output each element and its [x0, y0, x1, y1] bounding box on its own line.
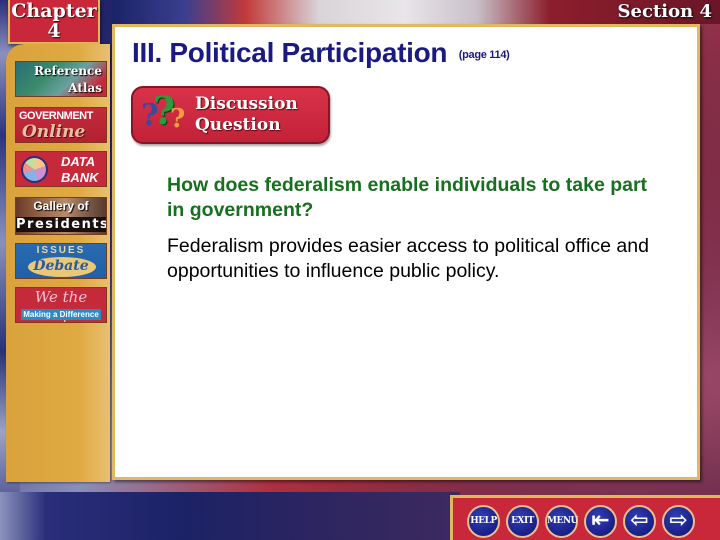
badge-line-1: Discussion	[195, 94, 298, 114]
sidebar-item-issues-to-debate[interactable]: ISSUES Debate	[15, 243, 107, 279]
first-slide-button[interactable]: ⇤	[584, 505, 617, 538]
sidebar-item-label: Atlas	[68, 81, 102, 95]
sidebar-item-label: Debate	[33, 258, 89, 274]
arrow-right-icon: ⇨	[669, 508, 688, 533]
sidebar-item-label: BANK	[61, 170, 99, 185]
page-title: III. Political Participation (page 114)	[132, 37, 510, 69]
question-mark-orange: ?	[170, 104, 186, 134]
sidebar-item-label: Online	[22, 122, 86, 142]
next-slide-button[interactable]: ⇨	[662, 505, 695, 538]
sidebar-item-label: DATA	[61, 154, 96, 169]
sidebar-item-government-online[interactable]: GOVERNMENT Online	[15, 107, 107, 143]
page-title-text: III. Political Participation	[132, 37, 448, 68]
sidebar-item-label: Gallery of	[33, 199, 89, 213]
flag-banner-bottom	[0, 492, 460, 540]
chapter-label: Chapter	[11, 0, 97, 22]
sidebar-item-label: ISSUES	[36, 245, 86, 256]
discussion-question-badge: ? ? ? Discussion Question	[131, 86, 330, 144]
help-button[interactable]: HELP	[467, 505, 500, 538]
sidebar-item-reference-atlas[interactable]: Reference Atlas	[15, 61, 107, 97]
sidebar-item-label: Presidents	[16, 217, 107, 232]
exit-button[interactable]: EXIT	[506, 505, 539, 538]
pie-chart-icon	[21, 156, 48, 183]
sidebar-item-data-bank[interactable]: DATA BANK	[15, 151, 107, 187]
sidebar-item-gallery-of-presidents[interactable]: Gallery of Presidents	[15, 197, 107, 235]
arrow-to-start-icon: ⇤	[591, 508, 610, 533]
section-label: Section 4	[617, 1, 712, 22]
sidebar: Reference Atlas GOVERNMENT Online DATA B…	[6, 44, 110, 482]
previous-slide-button[interactable]: ⇦	[623, 505, 656, 538]
question-marks-icon: ? ? ?	[139, 88, 191, 142]
sidebar-item-label: Making a Difference	[21, 309, 101, 320]
sidebar-item-label: GOVERNMENT	[19, 110, 93, 122]
chapter-number: 4	[47, 20, 61, 42]
page-reference: (page 114)	[458, 49, 510, 61]
menu-button[interactable]: MENU	[545, 505, 578, 538]
discussion-answer: Federalism provides easier access to pol…	[167, 235, 649, 282]
navigation-bar: HELP EXIT MENU ⇤ ⇦ ⇨	[450, 495, 720, 540]
discussion-question: How does federalism enable individuals t…	[167, 174, 648, 221]
arrow-left-icon: ⇦	[630, 508, 649, 533]
badge-text: Discussion Question	[195, 94, 298, 136]
chapter-tab: Chapter 4	[8, 0, 100, 44]
badge-line-2: Question	[195, 115, 281, 135]
sidebar-item-we-the-people[interactable]: We the People Making a Difference	[15, 287, 107, 323]
sidebar-item-label: Reference	[33, 64, 102, 78]
